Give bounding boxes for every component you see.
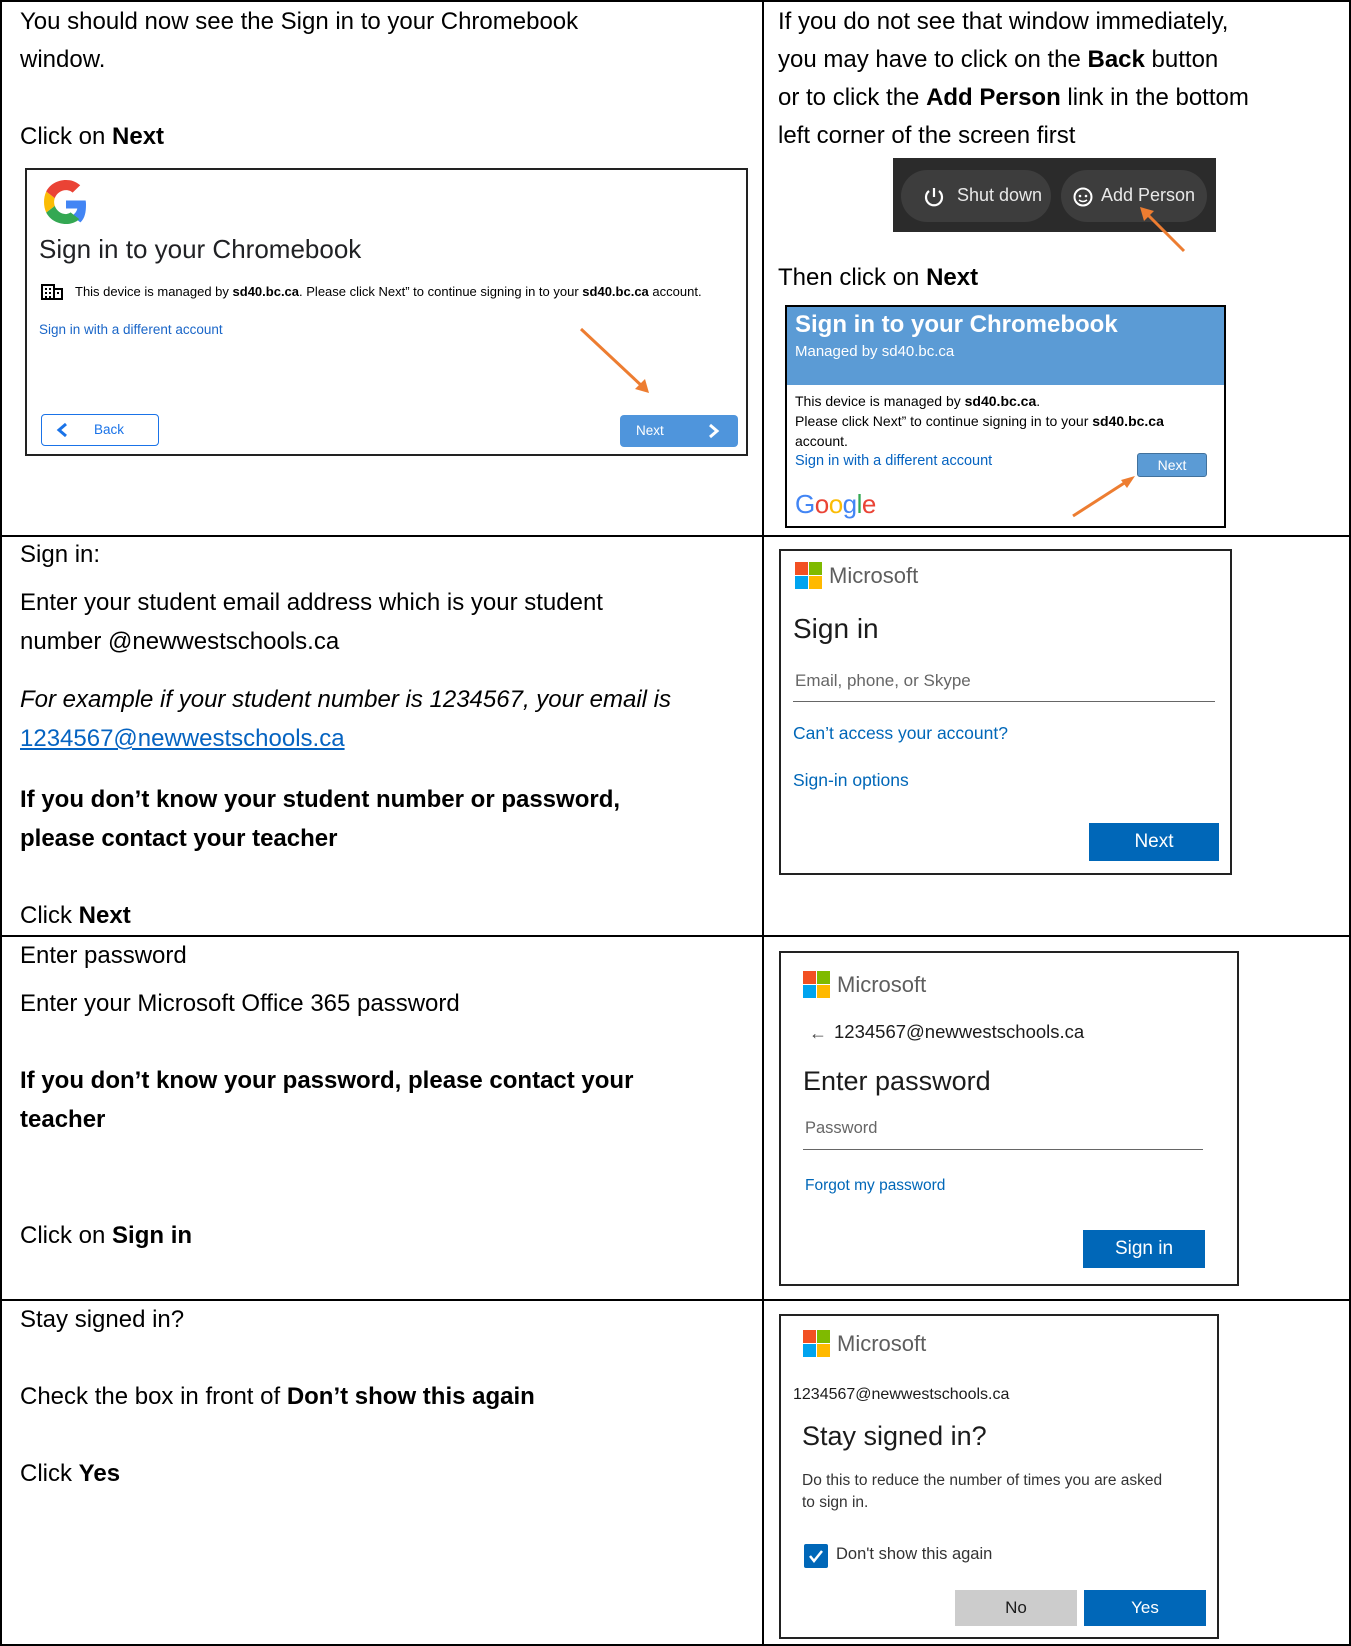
row1-left-line1: You should now see the Sign in to your C…: [20, 8, 579, 35]
column-divider: [762, 0, 764, 1646]
yes-button[interactable]: Yes: [1084, 1590, 1206, 1626]
signin-options-link[interactable]: Sign-in options: [793, 770, 909, 791]
row-divider-1: [0, 535, 1351, 537]
row-divider-3: [0, 1299, 1351, 1301]
google-g-icon: [44, 180, 86, 224]
password-title: Enter password: [803, 1066, 991, 1096]
stay-click-yes: Click Yes: [20, 1460, 121, 1487]
microsoft-brand: Microsoft: [837, 1331, 927, 1356]
chromebook-signin-screenshot: Sign in to your Chromebook This device i…: [25, 168, 748, 456]
signin-click-next: Click Next: [20, 902, 131, 929]
blue-different-account-link[interactable]: Sign in with a different account: [795, 453, 992, 469]
shutdown-label: Shut down: [957, 185, 1043, 205]
row1-left-line2: window.: [20, 46, 106, 73]
signin-p1-line2: number @newwestschools.ca: [20, 628, 340, 655]
forgot-password-link[interactable]: Forgot my password: [805, 1177, 945, 1195]
signin-example-line1: For example if your student number is 12…: [20, 686, 671, 713]
next-button[interactable]: Next: [620, 415, 738, 447]
password-bold-line1: If you don’t know your password, please …: [20, 1067, 634, 1094]
signin-bold-line1: If you don’t know your student number or…: [20, 786, 621, 813]
stay-title: Stay signed in?: [802, 1421, 987, 1451]
password-input[interactable]: Password: [805, 1119, 877, 1138]
password-input-underline: [803, 1149, 1203, 1150]
email-input-underline: [793, 701, 1215, 702]
microsoft-brand: Microsoft: [837, 972, 927, 997]
chromebook-title: Sign in to your Chromebook: [39, 234, 362, 264]
back-arrow-icon[interactable]: ←: [809, 1023, 827, 1044]
identity-email: 1234567@newwestschools.ca: [793, 1386, 1010, 1403]
person-face-icon: [1073, 187, 1093, 207]
shutdown-button[interactable]: Shut down: [901, 170, 1051, 222]
building-icon: [41, 284, 63, 300]
orange-arrow-icon: [1072, 476, 1135, 518]
row1-right-line2: you may have to click on the Back button: [778, 46, 1219, 73]
microsoft-password-screenshot: Microsoft ← 1234567@newwestschools.ca En…: [779, 951, 1239, 1286]
password-click-signin: Click on Sign in: [20, 1222, 193, 1249]
orange-arrow-icon: [1140, 207, 1186, 253]
table-border-top: [0, 0, 1351, 2]
microsoft-signin-screenshot: Microsoft Sign in Email, phone, or Skype…: [779, 549, 1232, 875]
microsoft-logo-icon: [803, 971, 830, 998]
row1-then-next: Then click on Next: [778, 264, 979, 291]
ms-next-button[interactable]: Next: [1089, 823, 1219, 861]
signin-title: Sign in: [793, 613, 879, 644]
different-account-link[interactable]: Sign in with a different account: [39, 322, 223, 337]
add-person-label: Add Person: [1101, 185, 1196, 205]
ms-signin-button[interactable]: Sign in: [1083, 1230, 1205, 1268]
cant-access-link[interactable]: Can’t access your account?: [793, 723, 1008, 744]
signin-p1-line1: Enter your student email address which i…: [20, 589, 603, 616]
example-email-link[interactable]: 1234567@newwestschools.ca: [20, 725, 345, 753]
stay-check-instruction: Check the box in front of Don’t show thi…: [20, 1383, 535, 1410]
dont-show-checkbox[interactable]: [804, 1544, 828, 1568]
dont-show-label: Don't show this again: [836, 1545, 993, 1563]
stay-desc-line2: to sign in.: [802, 1494, 869, 1511]
google-logo: Google: [795, 489, 876, 519]
signin-heading: Sign in:: [20, 541, 101, 568]
blue-managed-line3: account.: [795, 433, 848, 449]
table-border-left: [0, 0, 2, 1646]
chromebook-signin-blue-screenshot: Sign in to your Chromebook Managed by sd…: [785, 305, 1226, 528]
blue-header-subtitle: Managed by sd40.bc.ca: [795, 343, 955, 360]
email-input[interactable]: Email, phone, or Skype: [795, 671, 971, 691]
identity-email: 1234567@newwestschools.ca: [834, 1021, 1085, 1042]
blue-managed-line2: Please click Next” to continue signing i…: [795, 413, 1164, 429]
chevron-right-icon: [709, 423, 720, 439]
blue-header-title: Sign in to your Chromebook: [795, 311, 1118, 338]
chromebook-managed-text: This device is managed by sd40.bc.ca. Pl…: [75, 284, 702, 299]
password-p1: Enter your Microsoft Office 365 password: [20, 990, 460, 1017]
row1-right-line4: left corner of the screen first: [778, 122, 1076, 149]
stay-desc-line1: Do this to reduce the number of times yo…: [802, 1472, 1163, 1489]
row1-click-next: Click on Next: [20, 123, 165, 150]
no-button[interactable]: No: [955, 1590, 1077, 1626]
password-bold-line2: teacher: [20, 1106, 106, 1133]
row-divider-2: [0, 935, 1351, 937]
back-button[interactable]: Back: [41, 414, 159, 446]
power-icon: [924, 188, 944, 207]
checkmark-icon: [809, 1550, 823, 1564]
microsoft-logo-icon: [795, 562, 822, 589]
chevron-left-icon: [56, 422, 67, 438]
row1-right-line3: or to click the Add Person link in the b…: [778, 84, 1249, 111]
microsoft-brand: Microsoft: [829, 563, 919, 588]
blue-next-button[interactable]: Next: [1137, 453, 1207, 477]
stay-heading: Stay signed in?: [20, 1306, 185, 1333]
back-label: Back: [94, 422, 125, 437]
row1-right-line1: If you do not see that window immediatel…: [778, 8, 1229, 35]
signin-bold-line2: please contact your teacher: [20, 825, 338, 852]
password-heading: Enter password: [20, 942, 187, 969]
blue-header: Sign in to your Chromebook Managed by sd…: [787, 307, 1224, 385]
microsoft-logo-icon: [803, 1330, 830, 1357]
next-label: Next: [636, 423, 664, 438]
orange-arrow-icon: [579, 327, 649, 393]
blue-managed-line1: This device is managed by sd40.bc.ca.: [795, 393, 1041, 409]
microsoft-stay-signed-in-screenshot: Microsoft 1234567@newwestschools.ca Stay…: [779, 1314, 1219, 1639]
